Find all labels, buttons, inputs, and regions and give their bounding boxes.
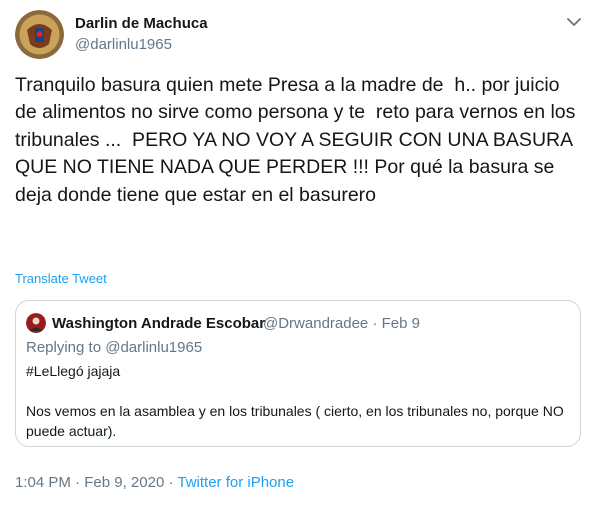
tweet-source[interactable]: Twitter for iPhone <box>177 474 294 491</box>
replying-to: Replying to @darlinlu1965 <box>26 339 202 356</box>
replying-prefix: Replying to <box>26 339 106 356</box>
quoted-text: Nos vemos en la asamblea y en los tribun… <box>26 403 564 439</box>
quoted-author-avatar <box>26 313 46 333</box>
quoted-author-handle: @Drwandradee <box>263 315 369 332</box>
meta-separator: · <box>75 474 81 491</box>
quoted-tweet[interactable]: Washington Andrade Escobar @Drwandradee … <box>15 300 581 447</box>
tweet-meta: 1:04 PM · Feb 9, 2020 · Twitter for iPho… <box>15 474 294 491</box>
tweet-text: Tranquilo basura quien mete Presa a la m… <box>15 74 581 206</box>
author-avatar[interactable] <box>15 10 64 59</box>
translate-tweet-link[interactable]: Translate Tweet <box>15 271 107 286</box>
chevron-down-icon[interactable] <box>565 15 583 29</box>
author-name[interactable]: Darlin de Machuca <box>75 15 208 32</box>
tweet-card: Darlin de Machuca @darlinlu1965 Tranquil… <box>0 0 598 507</box>
quoted-author-name: Washington Andrade Escobar <box>52 315 266 332</box>
author-handle[interactable]: @darlinlu1965 <box>75 36 172 53</box>
tweet-date[interactable]: Feb 9, 2020 <box>84 474 164 491</box>
replying-to-handle[interactable]: @darlinlu1965 <box>105 339 202 356</box>
quoted-hashtag-line: #LeLlegó jajaja <box>26 363 121 379</box>
quoted-date: Feb 9 <box>381 315 420 332</box>
meta-separator-2: · <box>168 474 174 491</box>
tweet-time[interactable]: 1:04 PM <box>15 474 71 491</box>
quoted-meta: @Drwandradee · Feb 9 <box>263 315 420 332</box>
quoted-separator: · <box>372 315 378 332</box>
